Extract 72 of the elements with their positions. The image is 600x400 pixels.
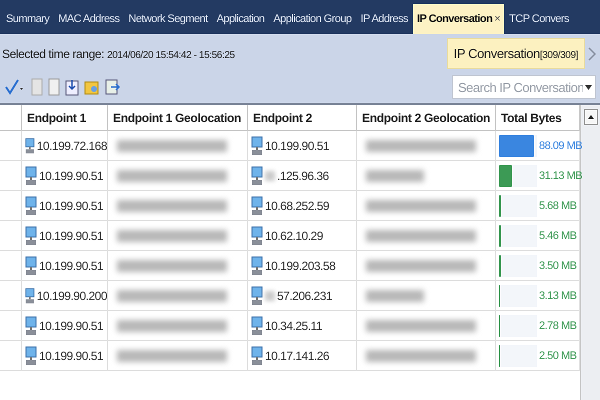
- total-bytes: 88.09 MB: [539, 140, 584, 152]
- computer-icon: [25, 136, 35, 156]
- tab[interactable]: Network Segment: [124, 4, 212, 34]
- close-button[interactable]: ×: [494, 13, 500, 25]
- download-icon[interactable]: [65, 78, 79, 96]
- ip-address: 10.199.90.51: [39, 258, 104, 272]
- tab[interactable]: Application Group: [269, 4, 356, 34]
- total-bytes: 31.13 MB: [539, 170, 584, 182]
- total-bytes: 2.50 MB: [539, 350, 578, 362]
- ip-address: 57.206.231: [277, 288, 332, 302]
- total-bytes: 2.78 MB: [539, 320, 578, 332]
- computer-icon: [25, 346, 37, 366]
- computer-icon: [251, 136, 263, 156]
- tab[interactable]: MAC Address: [54, 4, 124, 34]
- ip-address: 10.199.72.168: [36, 138, 107, 152]
- total-bytes: 5.46 MB: [539, 230, 578, 242]
- computer-icon: [251, 166, 263, 186]
- ip-address: 10.17.141.26: [265, 348, 330, 362]
- computer-icon: [251, 256, 263, 276]
- ip-address: 10.62.10.29: [265, 228, 323, 242]
- search-field[interactable]: Search IP Conversation: [452, 75, 596, 99]
- ip-address: 10.199.90.51: [39, 198, 104, 212]
- document-icon[interactable]: [31, 78, 43, 96]
- ip-address: 10.199.90.51: [265, 138, 330, 152]
- view-badge: IP Conversation[309/309]: [446, 38, 585, 69]
- computer-icon: [25, 226, 37, 246]
- computer-icon: [25, 196, 37, 216]
- tab[interactable]: IP Conversation ×: [412, 4, 504, 34]
- ip-address: 10.199.90.51: [39, 348, 104, 362]
- computer-icon: [251, 346, 263, 366]
- blurred-text: [366, 290, 424, 302]
- computer-icon: [251, 196, 263, 216]
- ip-address: .125.96.36: [277, 168, 329, 182]
- computer-icon: [25, 286, 35, 306]
- computer-icon: [25, 166, 37, 186]
- ip-address: 10.199.90.51: [39, 318, 104, 332]
- column-header[interactable]: Total Bytes: [496, 105, 580, 131]
- tab[interactable]: IP Address: [356, 4, 412, 34]
- total-bytes: 3.50 MB: [539, 260, 578, 272]
- checkmark-filter-icon[interactable]: [4, 78, 26, 96]
- tab[interactable]: Application: [212, 4, 268, 34]
- ip-address: 10.199.203.58: [265, 258, 336, 272]
- total-bytes: 5.68 MB: [539, 200, 578, 212]
- export-icon[interactable]: [105, 78, 121, 96]
- time-range-value: 2014/06/20 15:54:42 - 15:56:25: [107, 50, 235, 60]
- column-header: [0, 105, 22, 131]
- computer-icon: [25, 316, 37, 336]
- column-header[interactable]: Endpoint 2: [248, 105, 357, 131]
- column-header[interactable]: Endpoint 1: [22, 105, 108, 131]
- column-header[interactable]: Endpoint 2 Geolocation: [357, 105, 496, 131]
- dropdown-caret-icon[interactable]: [585, 84, 592, 90]
- chevron-right-icon[interactable]: [588, 46, 596, 60]
- ip-address: 10.34.25.11: [265, 318, 322, 332]
- computer-icon: [251, 286, 263, 306]
- blurred-text: [265, 170, 275, 180]
- column-header[interactable]: Endpoint 1 Geolocation: [108, 105, 248, 131]
- ip-address: 10.199.90.51: [39, 228, 104, 242]
- ip-address: 10.68.252.59: [265, 198, 330, 212]
- total-bytes: 3.13 MB: [539, 290, 578, 302]
- scroll-up-button[interactable]: [584, 109, 598, 125]
- up-arrow-icon: [588, 115, 594, 119]
- tab[interactable]: TCP Convers: [505, 4, 573, 34]
- computer-icon: [251, 316, 263, 336]
- computer-icon: [251, 226, 263, 246]
- tab[interactable]: Summary: [2, 4, 54, 34]
- ip-address: 10.199.90.200: [36, 288, 107, 302]
- computer-icon: [25, 256, 37, 276]
- page-icon[interactable]: [48, 78, 60, 96]
- time-range-label: Selected time range:: [2, 46, 104, 60]
- blurred-text: [265, 290, 275, 300]
- ip-address: 10.199.90.51: [39, 168, 104, 182]
- blurred-text: [366, 170, 424, 182]
